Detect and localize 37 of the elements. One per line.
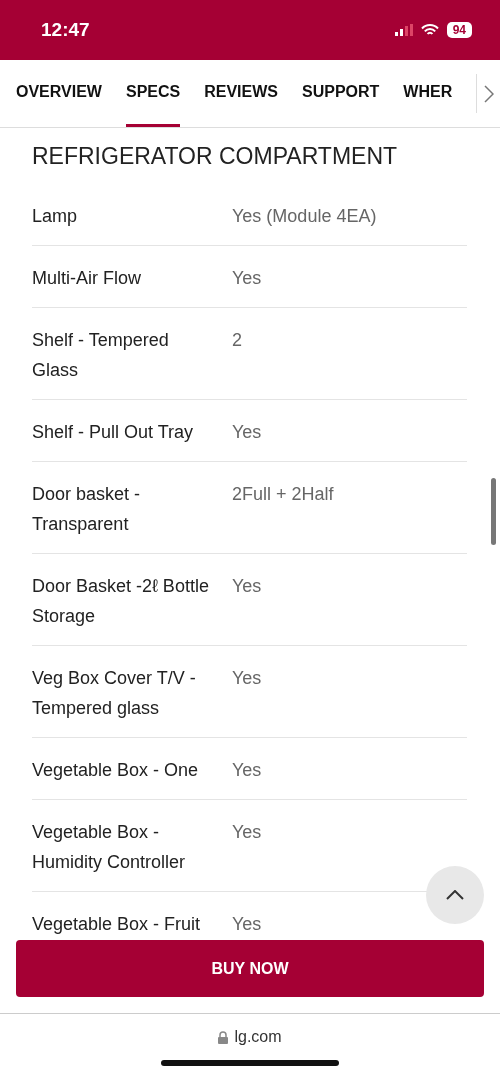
wifi-icon <box>420 23 439 37</box>
spec-label: Multi-Air Flow <box>32 267 142 290</box>
tab[interactable]: SPECS <box>125 60 181 127</box>
chevron-right-icon[interactable] <box>483 84 494 103</box>
spec-label: Veg Box Cover T/V - Tempered glass <box>32 667 197 720</box>
spec-label: Shelf - Tempered Glass <box>32 329 170 382</box>
spec-label: Door basket - Transparent <box>32 483 142 536</box>
tab[interactable]: OVERVIEW <box>16 60 102 127</box>
spec-label: Vegetable Box - Fruit <box>32 913 202 936</box>
scrollbar <box>491 478 496 545</box>
tab[interactable]: WHER <box>403 60 453 127</box>
spec-label: Lamp <box>32 205 79 228</box>
spec-value: 2 <box>232 329 242 352</box>
address-bar[interactable]: lg.com <box>218 1028 282 1046</box>
spec-value: Yes <box>232 575 262 598</box>
spec-label: Door Basket -2ℓ Bottle Storage <box>32 575 210 628</box>
status-time: 12:47 <box>41 19 90 41</box>
chevron-up-icon <box>446 890 464 900</box>
signal-icon <box>394 24 413 36</box>
url-text: lg.com <box>234 1028 282 1046</box>
battery-level: 94 <box>446 22 472 38</box>
spec-value: Yes <box>232 667 262 690</box>
section-heading: REFRIGERATOR COMPARTMENT <box>32 141 399 171</box>
lock-icon <box>218 1030 229 1044</box>
spec-value: Yes <box>232 913 262 936</box>
spec-value: Yes <box>232 821 262 844</box>
spec-value: Yes <box>232 421 262 444</box>
spec-label: Shelf - Pull Out Tray <box>32 421 195 444</box>
spec-value: 2Full + 2Half <box>232 483 334 506</box>
tab[interactable]: SUPPORT <box>302 60 380 127</box>
spec-label: Vegetable Box - Humidity Controller <box>32 821 187 874</box>
spec-value: Yes <box>232 267 262 290</box>
spec-value: Yes <box>232 759 262 782</box>
spec-value: Yes (Module 4EA) <box>232 205 377 228</box>
buy-now-button[interactable]: BUY NOW <box>16 940 484 997</box>
spec-label: Vegetable Box - One <box>32 759 200 782</box>
tab[interactable]: REVIEWS <box>204 60 278 127</box>
